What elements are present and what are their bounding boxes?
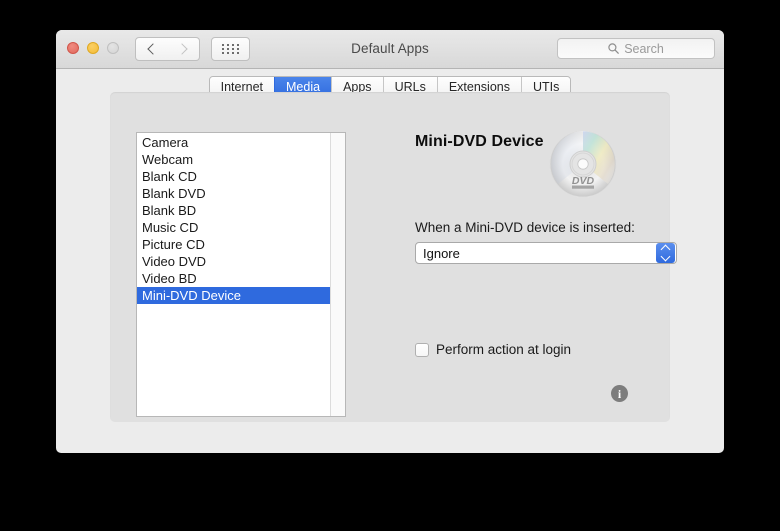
perform-action-at-login-row[interactable]: Perform action at login (415, 342, 571, 357)
list-item[interactable]: Webcam (137, 151, 330, 168)
list-item[interactable]: Blank BD (137, 202, 330, 219)
dvd-disc-icon: DVD (549, 130, 617, 198)
perform-action-at-login-label: Perform action at login (436, 342, 572, 357)
detail-pane: Mini-DVD Device DVD When a Mini-DVD devi… (360, 130, 677, 414)
search-icon (608, 43, 620, 54)
list-item[interactable]: Blank DVD (137, 185, 330, 202)
window-titlebar: Default Apps Search (56, 30, 724, 69)
perform-action-at-login-checkbox[interactable] (415, 342, 429, 357)
insert-action-popup-button[interactable]: Ignore (415, 242, 677, 264)
list-item[interactable]: Picture CD (137, 236, 330, 253)
list-item[interactable]: Music CD (137, 219, 330, 236)
list-item[interactable]: Video BD (137, 270, 330, 287)
info-icon[interactable]: i (611, 385, 628, 402)
svg-text:DVD: DVD (572, 175, 595, 187)
chevron-up-down-icon[interactable] (656, 243, 675, 263)
list-item[interactable]: Camera (137, 134, 330, 151)
list-scrollbar[interactable] (330, 133, 345, 416)
insert-action-value: Ignore (423, 245, 460, 261)
search-placeholder: Search (624, 41, 664, 56)
list-item[interactable]: Blank CD (137, 168, 330, 185)
default-apps-window: Default Apps Search Internet Media Apps … (56, 30, 724, 453)
list-item-selected[interactable]: Mini-DVD Device (137, 287, 330, 304)
content-panel: Camera Webcam Blank CD Blank DVD Blank B… (110, 92, 677, 422)
insert-action-label: When a Mini-DVD device is inserted: (415, 220, 635, 235)
list-item[interactable]: Video DVD (137, 253, 330, 270)
media-type-list-items: Camera Webcam Blank CD Blank DVD Blank B… (137, 133, 330, 416)
detail-title: Mini-DVD Device (415, 133, 544, 150)
media-type-list[interactable]: Camera Webcam Blank CD Blank DVD Blank B… (136, 132, 346, 417)
search-input[interactable]: Search (557, 38, 715, 59)
